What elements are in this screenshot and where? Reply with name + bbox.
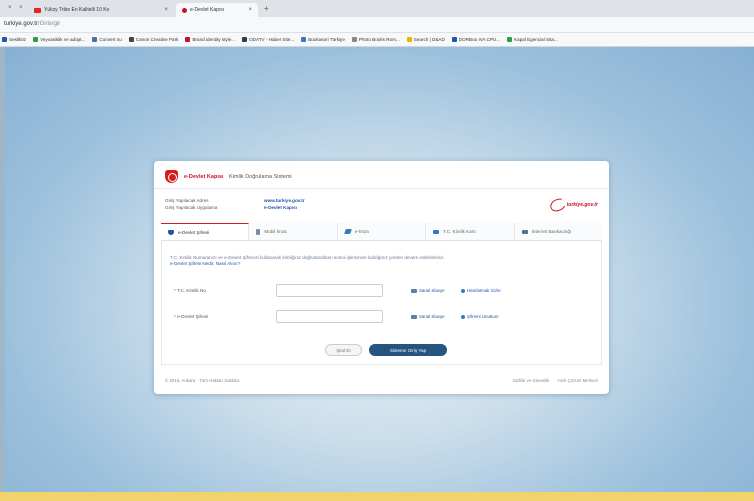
bookmark-icon (301, 37, 307, 42)
swoosh-icon (547, 196, 568, 214)
phone-icon (256, 228, 261, 235)
bookmark-icon (33, 37, 39, 42)
window-edge (0, 47, 5, 492)
url-text[interactable]: turkiye.gov.tr/Giris/gir (4, 21, 60, 27)
bookmark-icon (2, 37, 7, 42)
bookmark-icon (185, 37, 191, 42)
keyboard-icon (411, 288, 417, 293)
brand-subtitle: Kimlik Doğrulama Sistemi (229, 174, 292, 180)
tc-label: * T.C. Kimlik No (174, 288, 206, 293)
address-bar[interactable]: turkiye.gov.tr/Giris/gir (0, 17, 754, 33)
key-icon (168, 229, 174, 235)
bookmark-item[interactable]: Canon Creative Park (128, 37, 178, 42)
bookmark-item[interactable]: Sesliköz (2, 37, 26, 42)
id-card-icon (433, 229, 440, 234)
bookmark-item[interactable]: Kapal Egencial Sita... (507, 37, 558, 42)
copyright-text: © 2015, Ankara · Tüm Hakları Saklıdır. (165, 378, 241, 383)
footer-links: Gizlilik ve Güvenlik Hızlı Çözüm Merkezi (513, 378, 598, 383)
help-center-link[interactable]: Hızlı Çözüm Merkezi (558, 378, 599, 383)
form-intro: T.C. Kimlik Numaranızı ve e-Devlet Şifre… (170, 255, 570, 267)
tab-e-imza[interactable]: e-İmza (337, 223, 427, 240)
pen-icon (343, 229, 352, 234)
bookmark-item[interactable]: Photo Books Rom... (351, 37, 400, 42)
app-info-values: www.turkiye.gov.tr e-Devlet Kapısı (264, 198, 305, 210)
forgot-password-link[interactable]: Şifremi Unuttum (461, 314, 498, 319)
bookmark-icon (451, 37, 457, 42)
edevlet-favicon-icon (182, 7, 187, 13)
app-info-labels: Giriş Yapılacak Adres Giriş Yapılacak Uy… (165, 198, 218, 210)
bookmark-item[interactable]: Veyvasiklik ve adopt... (33, 37, 85, 42)
virtual-keyboard-link[interactable]: Sanal Klavye (411, 314, 445, 319)
keyboard-icon (411, 314, 417, 319)
youtube-icon (34, 7, 41, 13)
bookmark-icon (507, 37, 513, 42)
bookmark-item[interactable]: Bookasori Türkiye (301, 37, 345, 42)
bookmark-icon (242, 37, 248, 42)
browser-tab[interactable]: Yüksy Tribe En Kalitelli 10 Ko × (28, 3, 174, 17)
tc-kimlik-input[interactable] (276, 284, 383, 297)
bookmark-icon (128, 37, 134, 42)
login-card: e-Devlet Kapısı Kimlik Doğrulama Sistemi… (154, 161, 609, 394)
cancel-button[interactable]: İptal Et (325, 344, 362, 356)
bookmark-item[interactable]: Search | D&AD (406, 37, 445, 42)
close-icon[interactable]: × (248, 7, 252, 13)
bookmark-item[interactable]: DORBoo IVA CPU... (451, 37, 500, 42)
tab-internet-bankaciligi[interactable]: İnternet Bankacılığı (514, 223, 603, 240)
close-icon[interactable]: × (8, 5, 12, 11)
eye-icon (461, 288, 465, 293)
login-form: T.C. Kimlik Numaranızı ve e-Devlet Şifre… (161, 241, 602, 365)
login-button[interactable]: Sisteme Giriş Yap (369, 344, 447, 356)
bottom-strip (0, 492, 754, 501)
bookmark-icon (92, 37, 98, 42)
brand-title: e-Devlet Kapısı (184, 174, 224, 180)
remember-link[interactable]: Hatırlatmak Gizle (461, 288, 501, 293)
privacy-link[interactable]: Gizlilik ve Güvenlik (513, 378, 550, 383)
bookmark-item[interactable]: Brand identity style... (185, 37, 235, 42)
tab-edevlet-sifresi[interactable]: e-Devlet Şifresi (161, 223, 250, 240)
close-icon[interactable]: × (19, 5, 23, 11)
bookmark-item[interactable]: ODATV - Haber Site... (242, 37, 294, 42)
card-header: e-Devlet Kapısı Kimlik Doğrulama Sistemi (154, 161, 609, 189)
lock-icon (461, 314, 465, 319)
bank-icon (521, 229, 528, 234)
password-input[interactable] (276, 310, 383, 323)
help-link[interactable]: e-Devlet Şifresi Nedir, Nasıl Alınır? (170, 261, 570, 267)
close-icon[interactable]: × (164, 7, 168, 13)
password-label: * e-Devlet Şifresi (174, 314, 209, 319)
turkiye-gov-logo: turkiye.gov.tr (547, 196, 598, 214)
tab-kimlik-karti[interactable]: T.C. Kimlik Kartı (426, 223, 515, 240)
new-tab-button[interactable]: + (264, 4, 269, 13)
bookmark-icon (406, 37, 412, 42)
browser-tab-active[interactable]: e-Devlet Kapısı × (176, 3, 258, 17)
auth-method-tabs: e-Devlet Şifresi Mobil İmza e-İmza T.C. … (161, 223, 603, 241)
edevlet-logo-icon (165, 170, 178, 183)
bookmarks-bar: Sesliköz Veyvasiklik ve adopt... Convert… (0, 33, 754, 47)
bookmark-item[interactable]: Convert nu (92, 37, 122, 42)
browser-tab-bar: × × Yüksy Tribe En Kalitelli 10 Ko × e-D… (0, 0, 754, 17)
tab-mobil-imza[interactable]: Mobil İmza (249, 223, 338, 240)
virtual-keyboard-link[interactable]: Sanal Klavye (411, 288, 445, 293)
bookmark-icon (351, 37, 357, 42)
